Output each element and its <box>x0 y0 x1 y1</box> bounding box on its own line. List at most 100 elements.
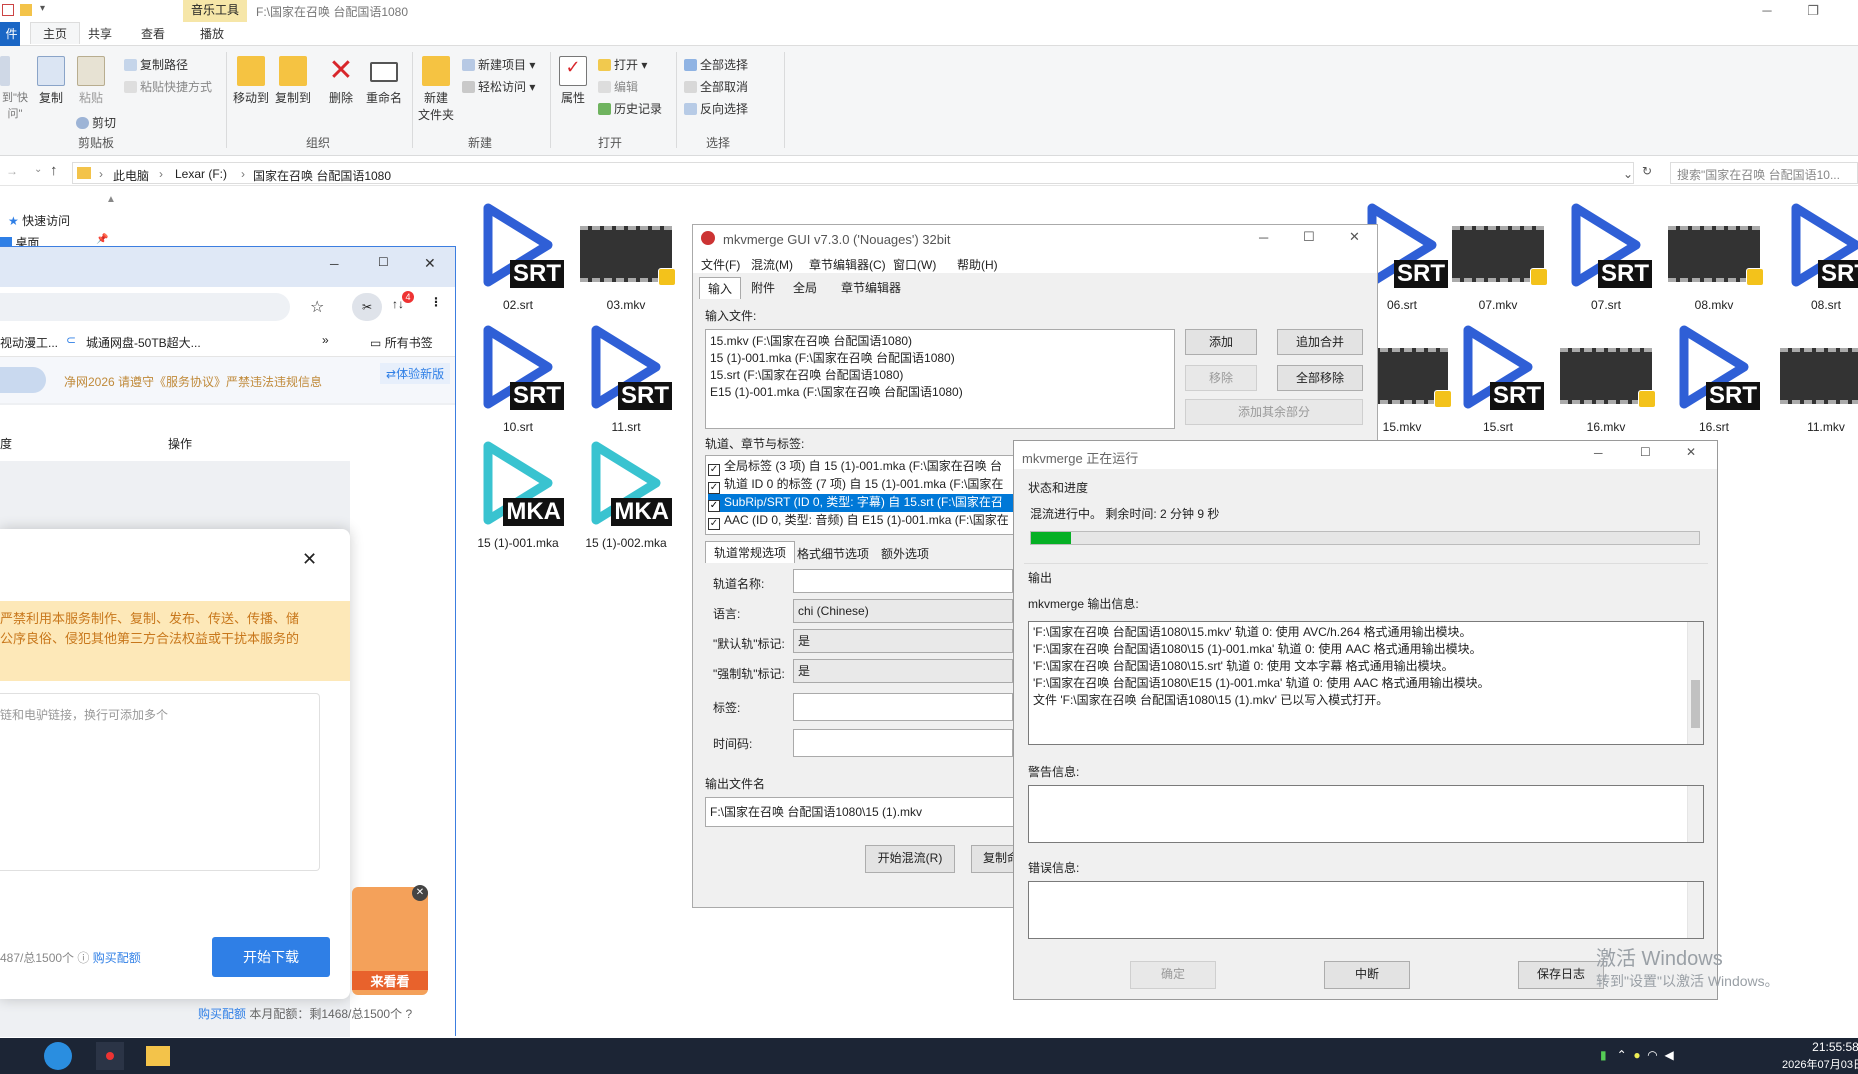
errors-scrollbar[interactable] <box>1687 882 1703 938</box>
tab-file[interactable]: 件 <box>0 22 20 46</box>
clock[interactable]: 21:55:58 2026年07月03日 星期 <box>1782 1040 1858 1072</box>
file-item[interactable]: MKA 15 (1)-002.mka <box>576 434 676 550</box>
nav-quick-access[interactable]: ★ 快速访问 <box>8 212 70 229</box>
close-icon[interactable]: ✕ <box>1686 445 1696 459</box>
output-filename-input[interactable]: F:\国家在召唤 台配国语1080\15 (1).mkv <box>705 797 1015 827</box>
close-icon[interactable]: ✕ <box>1349 229 1360 245</box>
file-item[interactable]: SRT 15.srt <box>1448 318 1548 434</box>
remove-button[interactable]: 移除 <box>1185 365 1257 391</box>
file-item[interactable]: SRT 08.srt <box>1776 196 1858 312</box>
tab-attachments[interactable]: 附件 <box>743 277 783 298</box>
track-item[interactable]: ✓ AAC (ID 0, 类型: 音频) 自 E15 (1)-001.mka (F… <box>708 512 1022 530</box>
restore-icon[interactable]: ❐ <box>1790 0 1836 22</box>
tab-global[interactable]: 全局 <box>785 277 825 298</box>
edit-button[interactable]: 编辑 <box>598 78 638 95</box>
track-item-selected[interactable]: ✓ SubRip/SRT (ID 0, 类型: 字幕) 自 15.srt (F:\… <box>708 494 1022 512</box>
delete-button[interactable]: ✕ 删除 <box>324 56 358 106</box>
new-version-link[interactable]: ⇄体验新版 <box>380 363 451 384</box>
select-all-button[interactable]: 全部选择 <box>684 56 748 73</box>
copy-button[interactable]: 复制 <box>34 56 68 106</box>
timecodes-input[interactable] <box>793 729 1013 757</box>
minimize-icon[interactable]: ─ <box>1594 446 1603 460</box>
input-file-item[interactable]: E15 (1)-001.mka (F:\国家在召唤 台配国语1080) <box>710 384 1170 401</box>
crumb-folder[interactable]: 国家在召唤 台配国语1080 <box>253 167 391 184</box>
easy-access-button[interactable]: 轻松访问 ▾ <box>462 78 535 95</box>
pin-quick-access-button[interactable]: 到"快 问" <box>0 56 30 121</box>
tracks-list[interactable]: ✓ 全局标签 (3 项) 自 15 (1)-001.mka (F:\国家在召唤 台… <box>705 455 1025 535</box>
menu-window[interactable]: 窗口(W) <box>893 256 936 273</box>
paste-shortcut-button[interactable]: 粘贴快捷方式 <box>124 78 212 95</box>
file-item[interactable]: SRT 07.srt <box>1556 196 1656 312</box>
buy-quota-link[interactable]: 购买配额 <box>93 951 141 965</box>
copy-path-button[interactable]: 复制路径 <box>124 56 188 73</box>
ok-button[interactable]: 确定 <box>1130 961 1216 989</box>
language-select[interactable]: chi (Chinese) <box>793 599 1013 623</box>
abort-button[interactable]: 中断 <box>1324 961 1410 989</box>
chevron-down-icon[interactable]: ⌄ <box>1623 167 1633 181</box>
path-field[interactable]: › 此电脑 › Lexar (F:) › 国家在召唤 台配国语1080 ⌄ <box>72 162 1634 184</box>
minimize-icon[interactable]: ─ <box>1744 0 1790 22</box>
output-log[interactable]: 'F:\国家在召唤 台配国语1080\15.mkv' 轨道 0: 使用 AVC/… <box>1028 621 1704 745</box>
input-file-item[interactable]: 15 (1)-001.mka (F:\国家在召唤 台配国语1080) <box>710 350 1170 367</box>
chevron-up-icon[interactable]: ⌃ <box>1617 1048 1627 1062</box>
crumb-drive[interactable]: Lexar (F:) <box>175 167 227 181</box>
tab-share[interactable]: 共享 <box>88 25 112 42</box>
log-scrollbar[interactable] <box>1687 622 1703 744</box>
app-taskbar-icon[interactable] <box>96 1042 124 1070</box>
invert-selection-button[interactable]: 反向选择 <box>684 100 748 117</box>
wifi-icon[interactable]: ◠ <box>1647 1048 1657 1062</box>
move-to-button[interactable]: 移动到 <box>232 56 270 106</box>
more-bookmarks-icon[interactable]: » <box>322 333 329 347</box>
tab-input[interactable]: 输入 <box>699 277 742 299</box>
buy-quota-footer-link[interactable]: 购买配额 <box>198 1007 246 1021</box>
checkbox-checked-icon[interactable]: ✓ <box>708 464 720 476</box>
quick-access-dropdown-icon[interactable]: ▾ <box>40 3 45 14</box>
append-button[interactable]: 追加合并 <box>1277 329 1363 355</box>
file-item[interactable]: SRT 02.srt <box>468 196 568 312</box>
warnings-box[interactable] <box>1028 785 1704 843</box>
file-item[interactable]: 07.mkv <box>1448 196 1548 312</box>
search-input[interactable]: 搜索"国家在召唤 台配国语10... <box>1670 162 1858 184</box>
menu-file[interactable]: 文件(F) <box>701 256 740 273</box>
scroll-up-icon[interactable]: ▲ <box>106 194 116 205</box>
checkbox-checked-icon[interactable]: ✓ <box>708 482 720 494</box>
forced-track-select[interactable]: 是 <box>793 659 1013 683</box>
rename-button[interactable]: 重命名 <box>364 56 404 106</box>
close-icon[interactable]: ✕ <box>302 549 317 570</box>
link-input[interactable]: 链和电驴链接，换行可添加多个 <box>0 693 320 871</box>
select-none-button[interactable]: 全部取消 <box>684 78 748 95</box>
track-name-input[interactable] <box>793 569 1013 593</box>
tags-input[interactable] <box>793 693 1013 721</box>
tab-home[interactable]: 主页 <box>30 22 81 44</box>
file-item[interactable]: 16.mkv <box>1556 318 1656 434</box>
add-other-parts-button[interactable]: 添加其余部分 <box>1185 399 1363 425</box>
start-mux-button[interactable]: 开始混流(R) <box>865 845 955 873</box>
battery-icon[interactable]: ▮ <box>1600 1048 1607 1062</box>
url-field[interactable] <box>0 293 290 321</box>
ad-banner[interactable]: ✕ 来看看 <box>352 885 428 995</box>
menu-mux[interactable]: 混流(M) <box>751 256 793 273</box>
track-item[interactable]: ✓ 全局标签 (3 项) 自 15 (1)-001.mka (F:\国家在召唤 台 <box>708 458 1022 476</box>
back-arrow-icon[interactable]: → <box>6 164 18 178</box>
start-download-button[interactable]: 开始下载 <box>212 937 330 977</box>
tab-extra-options[interactable]: 额外选项 <box>873 543 937 564</box>
volume-icon[interactable]: ◀ <box>1664 1048 1673 1062</box>
file-item[interactable]: SRT 16.srt <box>1664 318 1764 434</box>
crumb-this-pc[interactable]: 此电脑 <box>113 167 149 184</box>
scrollbar-thumb[interactable] <box>1691 680 1700 728</box>
browser-taskbar-icon[interactable] <box>44 1042 72 1070</box>
checkbox-checked-icon[interactable]: ✓ <box>708 500 720 512</box>
scissors-icon[interactable]: ✂ <box>352 293 382 321</box>
properties-button[interactable]: ✓ 属性 <box>556 56 590 106</box>
minimize-icon[interactable]: ─ <box>1259 230 1268 245</box>
menu-dots-icon[interactable]: ⋮ <box>430 295 442 309</box>
explorer-taskbar-icon[interactable] <box>146 1046 170 1066</box>
file-item[interactable]: 03.mkv <box>576 196 676 312</box>
maximize-icon[interactable]: ☐ <box>378 255 389 269</box>
save-log-button[interactable]: 保存日志 <box>1518 961 1604 989</box>
bookmark-item[interactable]: 视动漫工... <box>0 334 58 351</box>
new-item-button[interactable]: 新建项目 ▾ <box>462 56 535 73</box>
minimize-icon[interactable]: ─ <box>330 257 339 271</box>
bookmark-folder[interactable]: ▭ 所有书签 <box>370 334 433 351</box>
tab-track-general[interactable]: 轨道常规选项 <box>705 541 796 563</box>
